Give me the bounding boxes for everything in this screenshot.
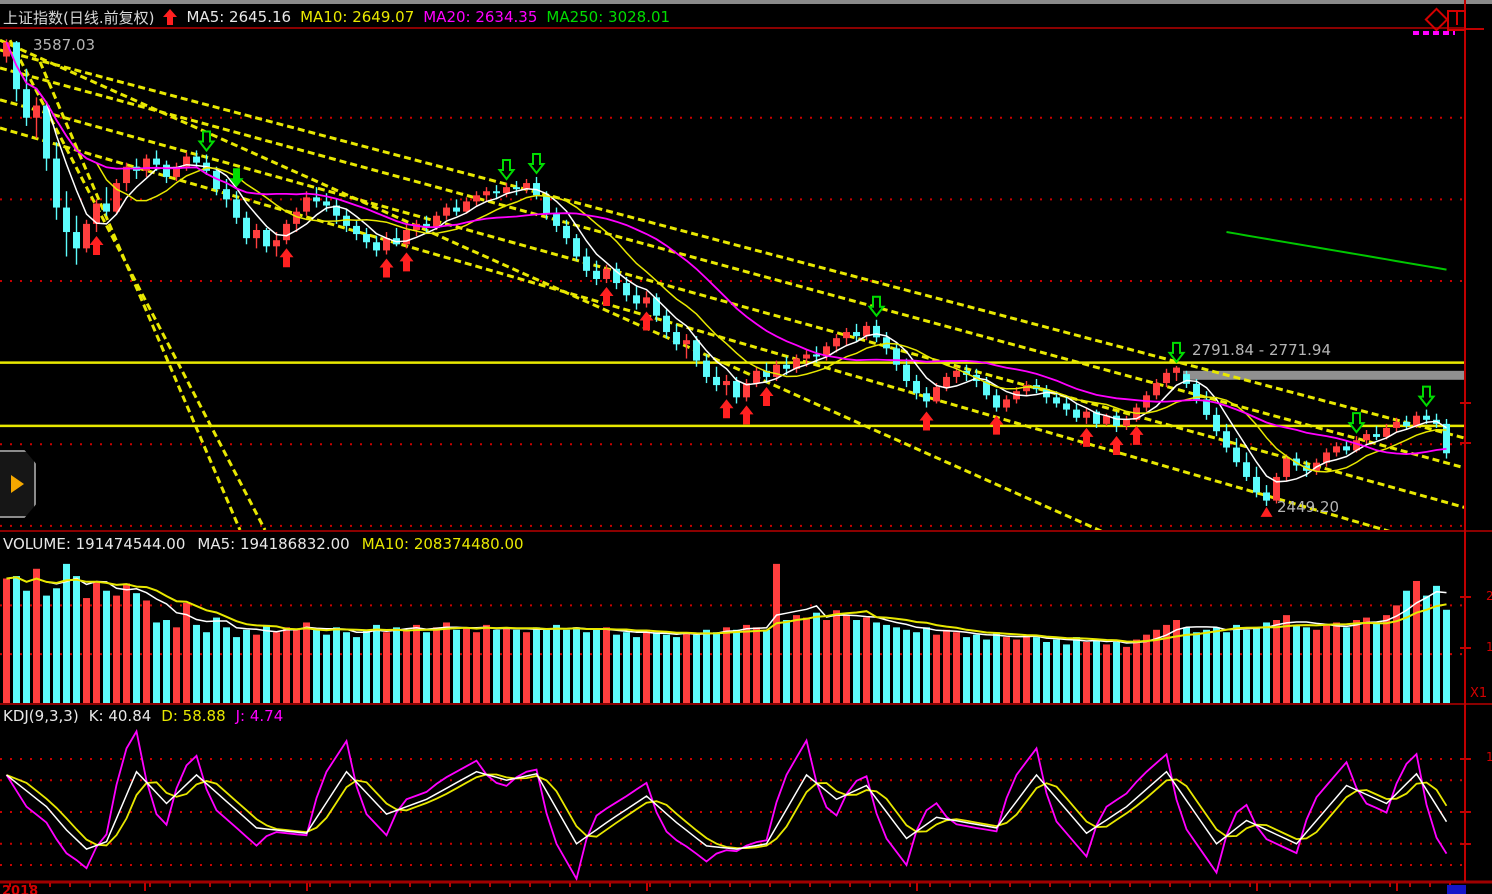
low-price-label: 2449.20 [1277,498,1339,516]
buy-signal-arrow [1130,426,1144,445]
buy-signal-arrow [920,412,934,431]
sell-signal-arrow [1350,413,1364,432]
kdj-j-value: J: 4.74 [236,707,284,725]
main-grid [0,28,1465,526]
chart-canvas[interactable] [0,0,1492,894]
volume-ma10-value: MA10: 208374480.00 [362,535,524,553]
volume-ma-lines [7,577,1447,643]
low-point-marker [1261,507,1273,517]
trend-channel-lines [0,40,1465,606]
sell-signal-arrow [1420,387,1434,406]
buy-signal-arrow [600,287,614,306]
sell-signal-arrow [870,297,884,316]
split-panels-icon[interactable] [1447,10,1466,31]
kdj-lines [7,731,1447,878]
buy-signal-arrow [90,236,104,255]
stock-chart-app: 上证指数(日线.前复权) MA5: 2645.16 MA10: 2649.07 … [0,0,1492,894]
volume-ma5-value: MA5: 194186832.00 [197,535,349,553]
dashed-line-icon [1413,31,1455,35]
expand-arrow-icon [11,475,24,493]
volume-axis-label-1: 1 [1486,640,1492,654]
buy-signal-arrow [380,258,394,277]
kdj-indicator-label: KDJ(9,3,3) [3,707,79,725]
buy-signal-arrow [400,252,414,271]
signal-arrows [90,131,1434,516]
kdj-k-value: K: 40.84 [89,707,152,725]
candles [3,39,1450,506]
sell-signal-arrow [230,168,244,187]
volume-axis-label-2: 2 [1486,589,1492,603]
volume-value: VOLUME: 191474544.00 [3,535,185,553]
kdj-axis-label-100: 100 [1486,750,1492,764]
buy-signal-arrow [280,248,294,267]
volume-header: VOLUME: 191474544.00 MA5: 194186832.00 M… [3,535,524,553]
current-date-highlight [1447,885,1466,894]
axes [0,0,1492,891]
peak-price-label: 3587.03 [33,36,95,54]
buy-signal-arrow [760,387,774,406]
sell-signal-arrow [500,160,514,179]
gap-price-label: 2791.84 - 2771.94 [1192,341,1331,359]
buy-signal-arrow [720,399,734,418]
kdj-header: KDJ(9,3,3) K: 40.84 D: 58.88 J: 4.74 [3,707,283,725]
kdj-d-value: D: 58.88 [161,707,225,725]
buy-signal-arrow [740,405,754,424]
buy-signal-arrow [640,312,654,331]
sell-signal-arrow [530,154,544,173]
sidebar-expand-tab[interactable] [0,450,36,518]
